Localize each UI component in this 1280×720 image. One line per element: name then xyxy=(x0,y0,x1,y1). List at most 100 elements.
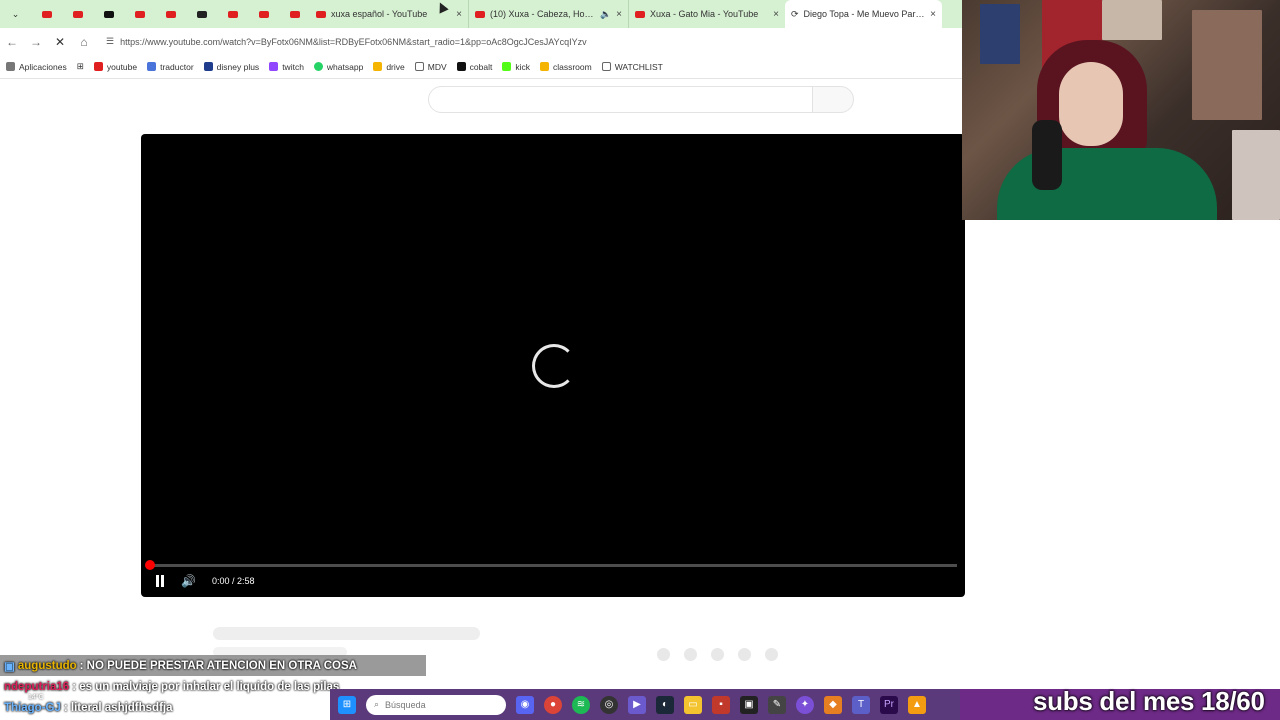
bookmark-aplicaciones[interactable]: Aplicaciones xyxy=(6,62,67,72)
twitch-icon xyxy=(269,62,279,71)
close-icon[interactable]: × xyxy=(773,9,779,20)
youtube-icon xyxy=(72,10,83,18)
notes-icon[interactable]: ✎ xyxy=(768,695,786,714)
app-icon[interactable]: ▶ xyxy=(628,695,646,714)
bookmark-label: twitch xyxy=(282,61,304,72)
streamer-face xyxy=(1059,62,1123,146)
poster xyxy=(1232,130,1280,220)
bookmark-kick[interactable]: kick xyxy=(502,62,530,72)
premiere-icon[interactable]: Pr xyxy=(880,695,898,714)
bookmark-whatsapp[interactable]: whatsapp xyxy=(313,62,363,72)
app-icon[interactable]: ▪ xyxy=(712,695,730,714)
steam-icon[interactable]: ◐ xyxy=(656,695,674,714)
search-placeholder: Búsqueda xyxy=(385,699,426,710)
search-input[interactable] xyxy=(428,86,813,113)
app-icon[interactable]: ◆ xyxy=(824,695,842,714)
loading-spinner-icon xyxy=(532,344,576,388)
poster xyxy=(980,4,1020,64)
chevron-down-icon: ⌄ xyxy=(11,8,20,19)
pinned-tab[interactable] xyxy=(62,0,93,28)
tab-diego-topa[interactable]: ⟳ Diego Topa - Me Muevo Para A × xyxy=(785,0,942,28)
action-placeholder xyxy=(684,648,697,661)
pinned-tab[interactable] xyxy=(186,0,217,28)
search-icon: ⌕ xyxy=(374,699,380,709)
stop-loading-icon[interactable]: ✕ xyxy=(48,35,72,49)
obs-icon[interactable]: ◎ xyxy=(600,695,618,714)
bookmark-disney-plus[interactable]: disney plus xyxy=(203,61,260,72)
close-icon[interactable]: × xyxy=(930,9,936,20)
bookmark-label: MDV xyxy=(427,61,447,72)
disney-icon xyxy=(203,62,213,71)
chrome-icon[interactable]: ● xyxy=(544,695,562,714)
home-icon[interactable]: ⌂ xyxy=(72,35,96,49)
tab-label: Xuxa - Gato Mia - YouTube xyxy=(650,9,759,19)
player-controls: 🔊 0:00 / 2:58 xyxy=(155,572,255,590)
speaker-icon[interactable]: 🔈 xyxy=(600,9,611,20)
drive-icon xyxy=(373,62,383,71)
bookmark-watchlist[interactable]: WATCHLIST xyxy=(601,62,663,72)
youtube-icon xyxy=(258,10,269,18)
close-icon[interactable]: × xyxy=(616,9,622,20)
bookmark-youtube[interactable]: youtube xyxy=(93,61,138,72)
search-button[interactable] xyxy=(812,86,854,113)
bookmark-twitch[interactable]: twitch xyxy=(269,62,304,72)
bookmarks-bar: Aplicaciones ⊞ youtube traductor disney … xyxy=(0,55,962,79)
messenger-icon[interactable]: ✦ xyxy=(796,695,814,714)
youtube-icon xyxy=(316,10,326,18)
video-player[interactable]: 🔊 0:00 / 2:58 xyxy=(141,134,965,597)
translate-icon xyxy=(147,62,157,71)
spotify-icon[interactable]: ≋ xyxy=(572,695,590,714)
pinned-tab[interactable] xyxy=(248,0,279,28)
discord-icon[interactable]: ◉ xyxy=(516,695,534,714)
bookmark-traductor[interactable]: traductor xyxy=(147,62,194,72)
tab-label: Diego Topa - Me Muevo Para A xyxy=(803,9,926,19)
pinned-tab[interactable] xyxy=(93,0,124,28)
bookmark-classroom[interactable]: classroom xyxy=(539,62,592,72)
teams-icon[interactable]: T xyxy=(852,695,870,714)
camera-icon[interactable]: ▣ xyxy=(740,695,758,714)
tab-label: xuxa español - YouTube xyxy=(331,9,428,19)
pinned-tab[interactable] xyxy=(31,0,62,28)
pinned-tab[interactable] xyxy=(217,0,248,28)
pause-icon[interactable] xyxy=(155,575,165,587)
pinned-tab[interactable] xyxy=(279,0,310,28)
taskbar-search-input[interactable]: ⌕ Búsqueda xyxy=(366,694,506,715)
time-display: 0:00 / 2:58 xyxy=(211,576,255,586)
bookmark-label: Aplicaciones xyxy=(19,61,67,72)
scrubber-handle[interactable] xyxy=(145,560,155,570)
youtube-icon xyxy=(134,10,145,18)
windows-start-icon[interactable]: ⊞ xyxy=(338,695,356,714)
windows-taskbar: ⊞ ⌕ Búsqueda ◉ ● ≋ ◎ ▶ ◐ ▭ ▪ ▣ ✎ ✦ ◆ T P… xyxy=(330,689,960,720)
whatsapp-icon xyxy=(313,62,323,71)
cobalt-icon xyxy=(456,62,466,71)
kick-icon xyxy=(502,62,512,71)
youtube-icon xyxy=(41,10,52,18)
weather-widget[interactable]: 14°C xyxy=(28,694,44,701)
bookmark-apps[interactable]: ⊞ xyxy=(77,61,84,72)
bookmark-label: disney plus xyxy=(216,61,260,72)
url-field[interactable]: ☰ https://www.youtube.com/watch?v=ByFotx… xyxy=(100,32,954,52)
tab-gato-mia[interactable]: Xuxa - Gato Mia - YouTube × xyxy=(628,0,785,28)
file-explorer-icon[interactable]: ▭ xyxy=(684,695,702,714)
tab-list-button[interactable]: ⌄ xyxy=(0,0,31,28)
bookmark-cobalt[interactable]: cobalt xyxy=(456,61,493,72)
back-arrow-icon[interactable]: ← xyxy=(0,35,24,49)
pinned-tab[interactable] xyxy=(155,0,186,28)
progress-bar[interactable] xyxy=(149,564,957,567)
chat-badge-icon: ▣ xyxy=(4,660,15,673)
pinned-tab[interactable] xyxy=(124,0,155,28)
classroom-icon xyxy=(539,62,549,71)
bookmark-mdv[interactable]: MDV xyxy=(414,61,447,72)
tab-cabeza-hombros[interactable]: (10) Xuxa - Cabeza, Hombr 🔈 × xyxy=(468,0,628,28)
close-icon[interactable]: × xyxy=(456,9,462,20)
site-info-icon[interactable]: ☰ xyxy=(106,36,114,47)
chat-message: ▣ augustudo : NO PUEDE PRESTAR ATENCION … xyxy=(0,655,426,676)
bookmark-label: youtube xyxy=(106,61,138,72)
bookmark-drive[interactable]: drive xyxy=(373,62,405,72)
app-icon[interactable]: ▲ xyxy=(908,695,926,714)
volume-icon[interactable]: 🔊 xyxy=(181,574,196,588)
tab-label: (10) Xuxa - Cabeza, Hombr xyxy=(490,9,595,19)
folder-icon xyxy=(601,62,611,71)
bookmark-label: cobalt xyxy=(469,61,493,72)
forward-arrow-icon[interactable]: → xyxy=(24,35,48,49)
